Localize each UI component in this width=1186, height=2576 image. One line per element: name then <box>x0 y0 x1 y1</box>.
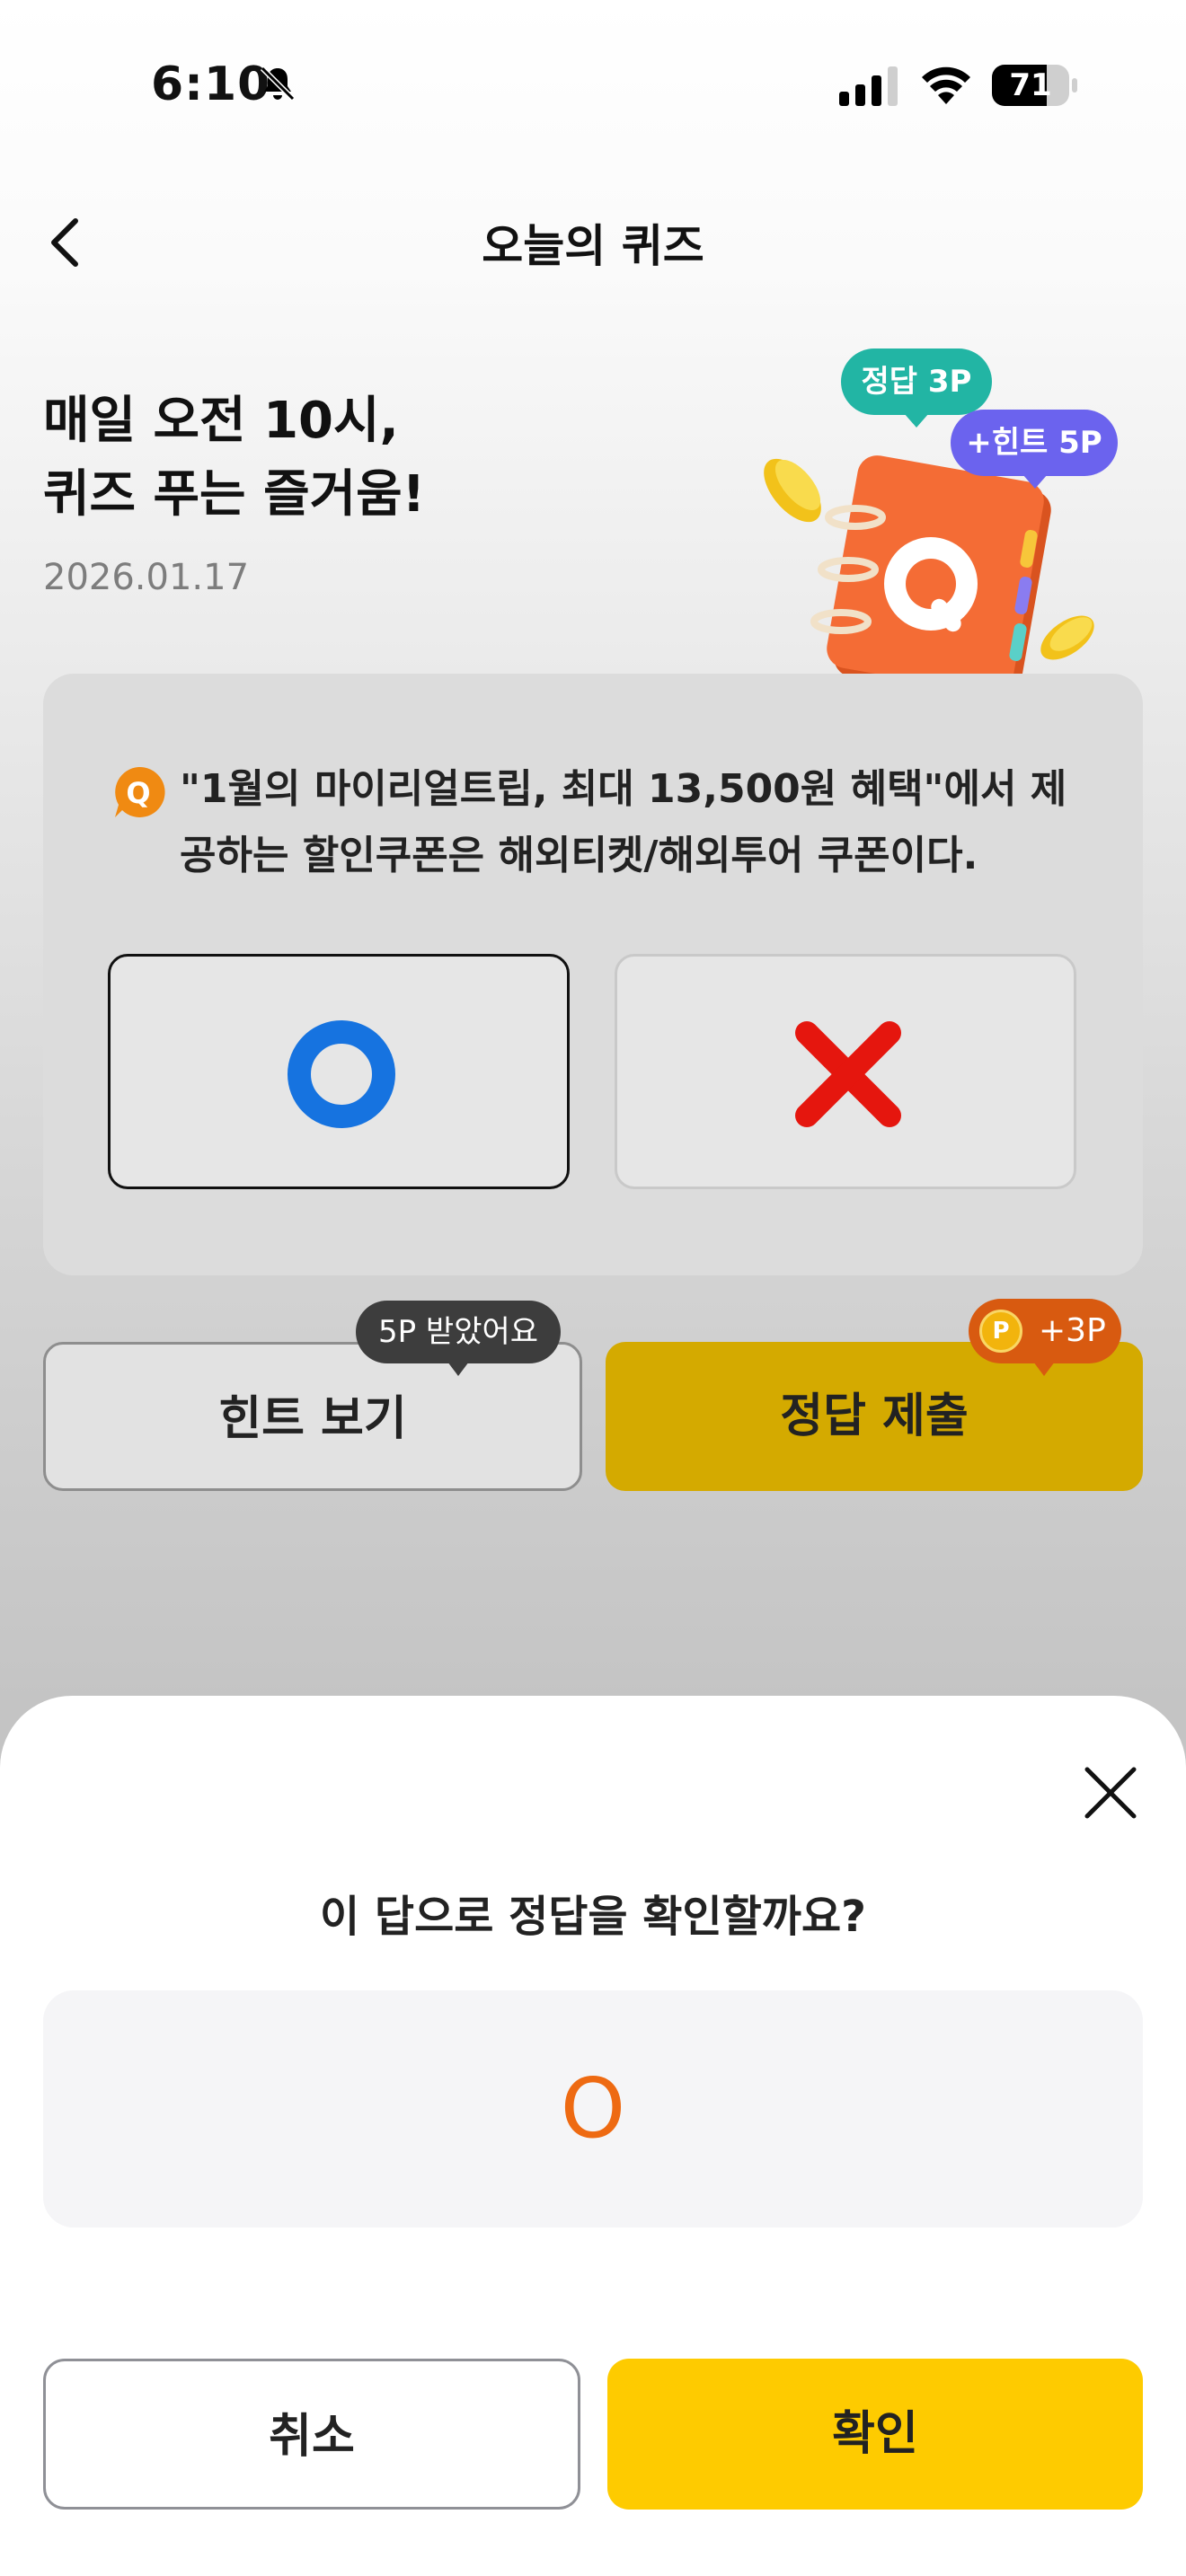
view-hint-button[interactable]: 힌트 보기 <box>43 1342 582 1491</box>
back-chevron-icon[interactable] <box>41 208 95 277</box>
question-line1: "1월의 마이리얼트립, 최대 13,500원 혜택"에서 제 <box>180 766 1067 812</box>
hero-title-line1: 매일 오전 10시, <box>43 392 399 450</box>
cellular-signal-icon <box>839 66 898 106</box>
circle-o-icon <box>288 1020 395 1128</box>
page-title: 오늘의 퀴즈 <box>482 220 704 272</box>
points-tooltip-text: +3P <box>1039 1312 1106 1349</box>
battery-tip <box>1072 78 1077 93</box>
battery-percent: 71 <box>1009 67 1052 103</box>
x-mark-icon <box>795 1021 901 1127</box>
hero-title-line2: 퀴즈 푸는 즐거움! <box>43 465 426 524</box>
question-text: "1월의 마이리얼트립, 최대 13,500원 혜택"에서 제 공하는 할인쿠폰… <box>180 756 1078 889</box>
battery-body: 71 <box>992 65 1069 106</box>
hint-received-tooltip: 5P 받았어요 <box>356 1301 561 1376</box>
correct-points-bubble: 정답 3P <box>841 348 992 428</box>
status-bar: 6:10 71 <box>0 0 1186 171</box>
status-time: 6:10 <box>151 57 271 111</box>
option-x-button[interactable] <box>615 954 1076 1189</box>
question-badge-icon: Q <box>115 766 165 817</box>
question-line2: 공하는 할인쿠폰은 해외티켓/해외투어 쿠폰이다. <box>180 833 978 878</box>
bell-muted-icon <box>260 66 296 101</box>
question-badge-letter: Q <box>126 776 150 810</box>
hero-title: 매일 오전 10시, 퀴즈 푸는 즐거움! <box>43 384 726 532</box>
quiz-screen: 6:10 71 오늘의 퀴즈 매일 오전 10시, 퀴즈 푸는 즐거움! 202… <box>0 0 1186 2576</box>
points-tooltip: P +3P <box>969 1299 1121 1376</box>
hint-points-bubble: +힌트 5P <box>951 410 1118 489</box>
sheet-question: 이 답으로 정답을 확인할까요? <box>320 1892 866 1942</box>
selected-answer-value: O <box>560 2060 626 2157</box>
cancel-button[interactable]: 취소 <box>43 2359 580 2510</box>
option-o-button[interactable] <box>108 954 570 1189</box>
close-icon[interactable] <box>1078 1760 1143 1825</box>
point-coin-icon: P <box>979 1310 1022 1353</box>
submit-answer-button[interactable]: 정답 제출 <box>606 1342 1143 1491</box>
battery-indicator: 71 <box>992 65 1078 106</box>
confirm-button[interactable]: 확인 <box>607 2359 1143 2510</box>
quiz-date: 2026.01.17 <box>43 557 250 598</box>
wifi-icon <box>922 66 970 104</box>
